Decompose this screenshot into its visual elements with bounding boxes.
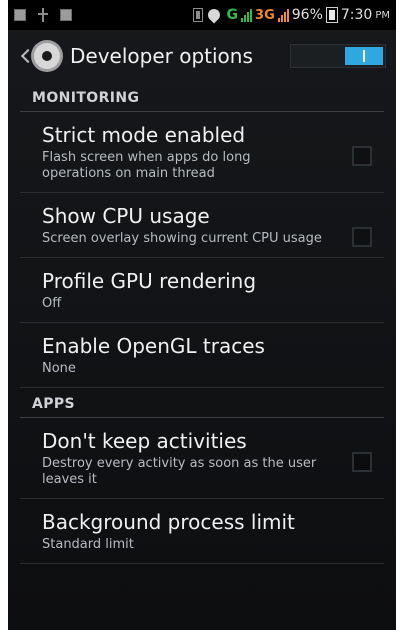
- clock-time: 7:30: [340, 7, 373, 23]
- pref-summary: Screen overlay showing current CPU usage: [42, 231, 322, 246]
- pref-title: Don't keep activities: [42, 429, 247, 453]
- pref-summary: Destroy every activity as soon as the us…: [42, 456, 317, 487]
- pref-profile-gpu-rendering[interactable]: Profile GPU rendering Off: [20, 258, 384, 323]
- strict-mode-checkbox[interactable]: [352, 146, 372, 166]
- pref-strict-mode[interactable]: Strict mode enabled Flash screen when ap…: [20, 112, 384, 193]
- battery-icon: [325, 7, 338, 23]
- status-bar-right: G 3G 96% 7:30 PM: [192, 7, 390, 23]
- back-chevron-icon[interactable]: [20, 48, 30, 64]
- clock-ampm: PM: [375, 9, 390, 21]
- page-title: Developer options: [70, 44, 253, 68]
- status-bar: G 3G 96% 7:30 PM: [8, 0, 396, 30]
- battery-percent: 96%: [291, 7, 323, 23]
- pref-background-process-limit[interactable]: Background process limit Standard limit: [20, 499, 384, 564]
- pref-title: Show CPU usage: [42, 204, 210, 228]
- pref-title: Strict mode enabled: [42, 123, 246, 147]
- wifi-icon: [206, 8, 224, 22]
- dont-keep-activities-checkbox[interactable]: [352, 452, 372, 472]
- pref-title: Profile GPU rendering: [42, 269, 257, 293]
- developer-options-toggle[interactable]: [290, 44, 386, 68]
- pref-summary: Standard limit: [42, 537, 134, 552]
- usb-icon: [38, 8, 48, 22]
- pref-title: Background process limit: [42, 510, 295, 534]
- pref-dont-keep-activities[interactable]: Don't keep activities Destroy every acti…: [20, 418, 384, 499]
- pref-title: Enable OpenGL traces: [42, 334, 265, 358]
- sd-card-icon: [60, 9, 72, 21]
- section-header-apps: APPS: [20, 388, 384, 418]
- signal-icon-2: [277, 8, 289, 22]
- section-header-monitoring: MONITORING: [20, 82, 384, 112]
- network-3g-label: 3G: [255, 7, 275, 23]
- pref-enable-opengl-traces[interactable]: Enable OpenGL traces None: [20, 323, 384, 388]
- device-screen: G 3G 96% 7:30 PM Developer options MONIT…: [8, 0, 396, 630]
- settings-gear-icon[interactable]: [34, 43, 60, 69]
- status-bar-left: [14, 8, 193, 22]
- notification-icon: [14, 9, 26, 21]
- pref-show-cpu-usage[interactable]: Show CPU usage Screen overlay showing cu…: [20, 193, 384, 258]
- pref-summary: None: [42, 361, 76, 376]
- network-g-label: G: [226, 7, 239, 23]
- vibrate-icon: [192, 8, 203, 22]
- pref-summary: Off: [42, 296, 62, 311]
- pref-summary: Flash screen when apps do long operation…: [42, 150, 251, 181]
- action-bar: Developer options: [8, 30, 396, 82]
- show-cpu-usage-checkbox[interactable]: [352, 227, 372, 247]
- signal-icon: [241, 8, 253, 22]
- toggle-knob: [345, 47, 383, 65]
